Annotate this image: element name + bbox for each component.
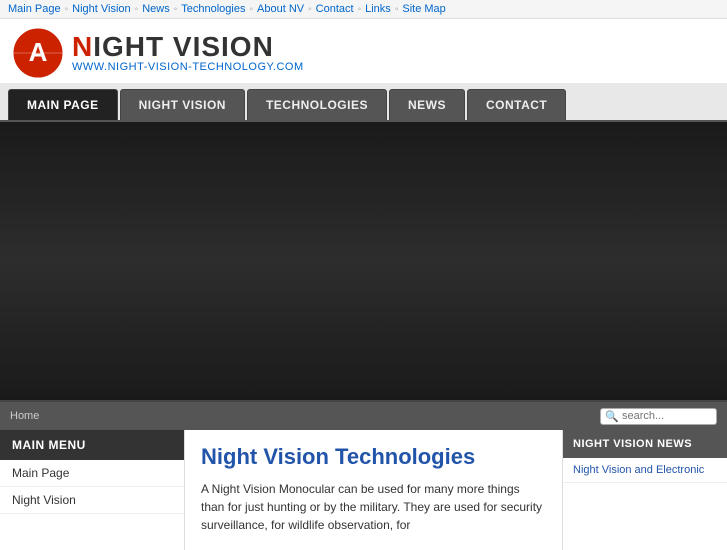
topnav-links[interactable]: Links xyxy=(365,3,391,15)
content-title: Night Vision Technologies xyxy=(201,444,546,470)
tab-contact[interactable]: CONTACT xyxy=(467,89,566,120)
topnav-news[interactable]: News xyxy=(142,3,170,15)
sidebar-link-main-page[interactable]: Main Page xyxy=(12,466,69,480)
logo-main: IGHT VISION xyxy=(93,31,274,62)
svg-text:A: A xyxy=(29,37,48,67)
breadcrumb-bar: Home 🔍 xyxy=(0,402,727,430)
sep2: ◦ xyxy=(135,4,139,15)
content-area: MAIN MENU Main Page Night Vision Night V… xyxy=(0,430,727,550)
topnav-technologies[interactable]: Technologies xyxy=(181,3,245,15)
sidebar-item-night-vision[interactable]: Night Vision xyxy=(0,487,184,514)
sep1: ◦ xyxy=(65,4,69,15)
sidebar-left: MAIN MENU Main Page Night Vision xyxy=(0,430,185,550)
topnav-contact[interactable]: Contact xyxy=(316,3,354,15)
news-header: NIGHT VISION NEWS xyxy=(563,430,727,458)
logo-prefix: N xyxy=(72,31,93,62)
topnav-night-vision[interactable]: Night Vision xyxy=(72,3,131,15)
search-input[interactable] xyxy=(622,410,712,422)
tab-main-page[interactable]: MAIN PAGE xyxy=(8,89,118,120)
logo-subtitle: WWW.NIGHT-VISION-TECHNOLOGY.COM xyxy=(72,61,304,73)
tab-night-vision[interactable]: NIGHT VISION xyxy=(120,89,245,120)
topnav-main-page[interactable]: Main Page xyxy=(8,3,61,15)
top-nav: Main Page ◦ Night Vision ◦ News ◦ Techno… xyxy=(0,0,727,19)
sep7: ◦ xyxy=(395,4,399,15)
sep5: ◦ xyxy=(308,4,312,15)
sidebar-menu-header: MAIN MENU xyxy=(0,430,184,460)
sidebar-item-main-page[interactable]: Main Page xyxy=(0,460,184,487)
main-content: Night Vision Technologies A Night Vision… xyxy=(185,430,562,550)
sidebar-link-night-vision[interactable]: Night Vision xyxy=(12,493,76,507)
topnav-sitemap[interactable]: Site Map xyxy=(402,3,445,15)
search-box[interactable]: 🔍 xyxy=(600,408,717,425)
sidebar-right: NIGHT VISION NEWS Night Vision and Elect… xyxy=(562,430,727,550)
logo-container: A NIGHT VISION WWW.NIGHT-VISION-TECHNOLO… xyxy=(12,27,304,79)
topnav-about-nv[interactable]: About NV xyxy=(257,3,304,15)
hero-banner xyxy=(0,122,727,402)
search-icon: 🔍 xyxy=(605,410,619,423)
news-item-1[interactable]: Night Vision and Electronic xyxy=(563,458,727,483)
tab-technologies[interactable]: TECHNOLOGIES xyxy=(247,89,387,120)
sep3: ◦ xyxy=(174,4,178,15)
header: A NIGHT VISION WWW.NIGHT-VISION-TECHNOLO… xyxy=(0,19,727,83)
logo-icon: A xyxy=(12,27,64,79)
main-tabs: MAIN PAGE NIGHT VISION TECHNOLOGIES NEWS… xyxy=(0,83,727,122)
content-body: A Night Vision Monocular can be used for… xyxy=(201,480,546,534)
sep4: ◦ xyxy=(249,4,253,15)
breadcrumb-home[interactable]: Home xyxy=(10,410,39,422)
logo-text: NIGHT VISION WWW.NIGHT-VISION-TECHNOLOGY… xyxy=(72,33,304,73)
sep6: ◦ xyxy=(358,4,362,15)
tab-news[interactable]: NEWS xyxy=(389,89,465,120)
logo-title: NIGHT VISION xyxy=(72,33,304,61)
